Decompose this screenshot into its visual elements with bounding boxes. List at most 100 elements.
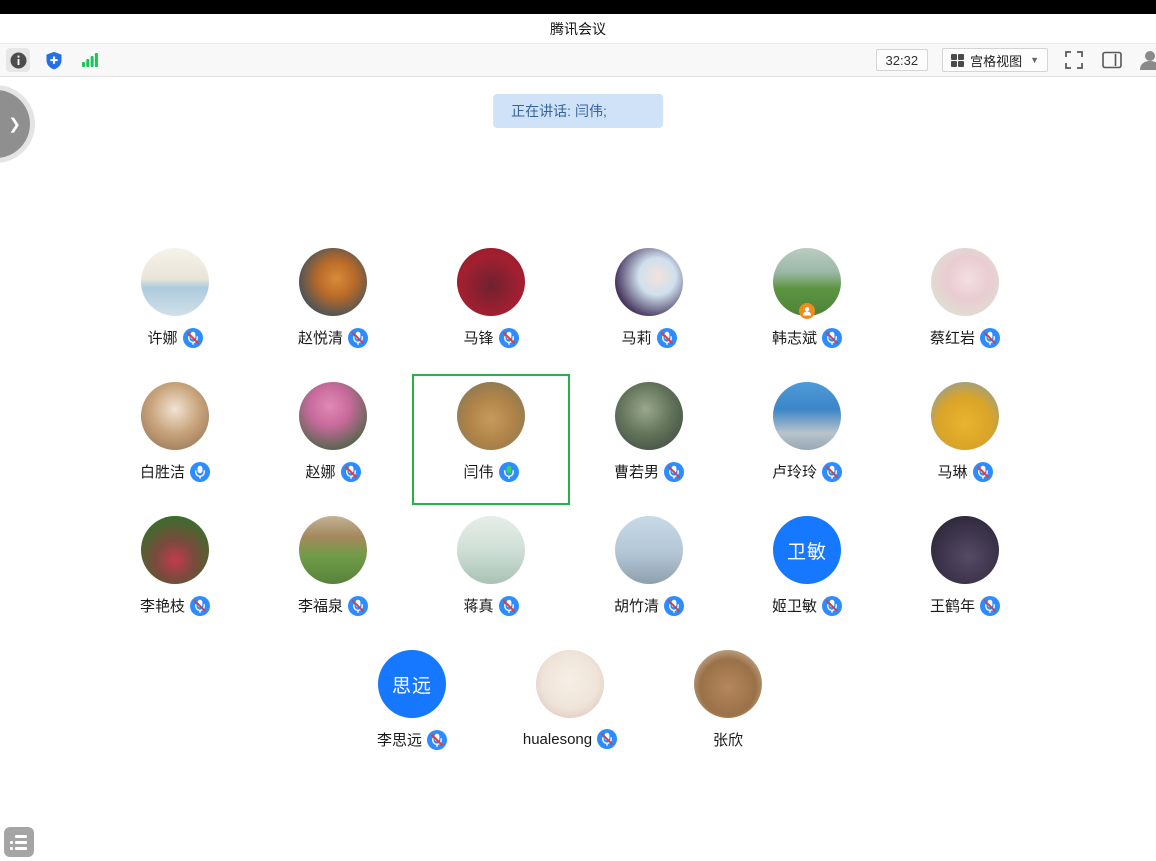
avatar-initials: 思远 <box>392 671 432 698</box>
side-panel-icon <box>1102 51 1122 69</box>
microphone-status-icon <box>664 462 684 482</box>
member-list-button[interactable] <box>4 827 34 857</box>
participant-name: 马莉 <box>621 327 651 348</box>
microphone-status-icon <box>341 462 361 482</box>
signal-bars-icon <box>82 52 98 68</box>
participant-name: 白胜洁 <box>140 461 185 482</box>
list-icon <box>10 835 27 850</box>
participant-tile[interactable]: 蔡红岩 <box>886 240 1044 371</box>
shield-plus-icon <box>45 51 63 70</box>
microphone-status-icon <box>664 596 684 616</box>
participant-tile[interactable]: 白胜洁 <box>96 374 254 505</box>
avatar <box>773 248 841 316</box>
participant-name: 许娜 <box>147 327 177 348</box>
participant-tile[interactable]: 王鹤年 <box>886 508 1044 639</box>
avatar <box>141 382 209 450</box>
participant-name: 韩志斌 <box>772 327 817 348</box>
microphone-status-icon <box>822 596 842 616</box>
chevron-right-icon: ❯ <box>8 115 21 133</box>
avatar <box>299 382 367 450</box>
meeting-info-button[interactable] <box>6 48 30 72</box>
participant-tile[interactable]: 胡竹清 <box>570 508 728 639</box>
microphone-status-icon <box>499 596 519 616</box>
microphone-status-icon <box>348 596 368 616</box>
participant-tile[interactable]: 思远 李思远 <box>333 642 491 773</box>
avatar <box>931 248 999 316</box>
microphone-status-icon <box>597 729 617 749</box>
view-mode-select[interactable]: 宫格视图 ▼ <box>942 48 1048 72</box>
participant-tile[interactable]: 马莉 <box>570 240 728 371</box>
avatar <box>931 516 999 584</box>
participant-tile[interactable]: 张欣 <box>649 642 807 773</box>
participant-tile[interactable]: 李福泉 <box>254 508 412 639</box>
fullscreen-button[interactable] <box>1062 48 1086 72</box>
microphone-status-icon <box>427 730 447 750</box>
microphone-status-icon <box>348 328 368 348</box>
participant-name: 姬卫敏 <box>772 595 817 616</box>
microphone-status-icon <box>980 596 1000 616</box>
avatar <box>615 382 683 450</box>
participant-name: 张欣 <box>713 729 743 750</box>
participant-tile[interactable]: 李艳枝 <box>96 508 254 639</box>
participant-tile[interactable]: 卢玲玲 <box>728 374 886 505</box>
fullscreen-icon <box>1065 51 1083 69</box>
participant-tile[interactable]: 马锋 <box>412 240 570 371</box>
microphone-status-icon <box>499 462 519 482</box>
chevron-down-icon: ▼ <box>1030 55 1039 65</box>
avatar: 卫敏 <box>773 516 841 584</box>
window-titlebar: 腾讯会议 <box>0 14 1156 44</box>
speaking-banner: 正在讲话: 闫伟; <box>493 94 663 128</box>
avatar <box>299 248 367 316</box>
microphone-status-icon <box>822 462 842 482</box>
participant-name: 赵娜 <box>305 461 335 482</box>
participants-button[interactable] <box>1138 48 1156 72</box>
host-badge-icon <box>799 303 815 319</box>
participant-tile[interactable]: 赵娜 <box>254 374 412 505</box>
microphone-status-icon <box>980 328 1000 348</box>
participant-tile[interactable]: hualesong <box>491 642 649 773</box>
avatar <box>141 248 209 316</box>
avatar <box>694 650 762 718</box>
person-icon <box>1139 50 1156 70</box>
participant-name: 李思远 <box>377 729 422 750</box>
microphone-status-icon <box>499 328 519 348</box>
avatar: 思远 <box>378 650 446 718</box>
microphone-status-icon <box>657 328 677 348</box>
os-top-bar <box>0 0 1156 14</box>
info-icon <box>10 52 27 69</box>
window-title: 腾讯会议 <box>550 19 606 39</box>
avatar <box>931 382 999 450</box>
participant-name: 胡竹清 <box>614 595 659 616</box>
avatar <box>615 248 683 316</box>
participant-name: 卢玲玲 <box>772 461 817 482</box>
avatar-initials: 卫敏 <box>787 537 827 564</box>
microphone-status-icon <box>190 596 210 616</box>
participant-tile-active-speaker[interactable]: 闫伟 <box>412 374 570 505</box>
participant-name: 蒋真 <box>463 595 493 616</box>
participant-tile[interactable]: 曹若男 <box>570 374 728 505</box>
participant-tile[interactable]: 韩志斌 <box>728 240 886 371</box>
avatar <box>457 516 525 584</box>
participant-name: 赵悦清 <box>298 327 343 348</box>
network-quality-button[interactable] <box>78 48 102 72</box>
view-mode-label: 宫格视图 <box>970 51 1022 70</box>
microphone-status-icon <box>183 328 203 348</box>
participant-name: 马琳 <box>937 461 967 482</box>
participant-tile[interactable]: 赵悦清 <box>254 240 412 371</box>
side-panel-button[interactable] <box>1100 48 1124 72</box>
meeting-stage: 正在讲话: 闫伟; 许娜 赵悦清 <box>0 77 1156 861</box>
avatar <box>141 516 209 584</box>
participant-tile[interactable]: 马琳 <box>886 374 1044 505</box>
avatar <box>615 516 683 584</box>
security-shield-button[interactable] <box>42 48 66 72</box>
meeting-timer: 32:32 <box>876 49 929 71</box>
meeting-toolbar: 32:32 宫格视图 ▼ ❯ <box>0 44 1156 77</box>
microphone-status-icon <box>822 328 842 348</box>
avatar <box>536 650 604 718</box>
grid-view-icon <box>951 54 964 67</box>
participant-tile[interactable]: 蒋真 <box>412 508 570 639</box>
participant-name: 闫伟 <box>463 461 493 482</box>
participant-tile[interactable]: 卫敏 姬卫敏 <box>728 508 886 639</box>
participant-tile[interactable]: 许娜 <box>96 240 254 371</box>
microphone-status-icon <box>190 462 210 482</box>
